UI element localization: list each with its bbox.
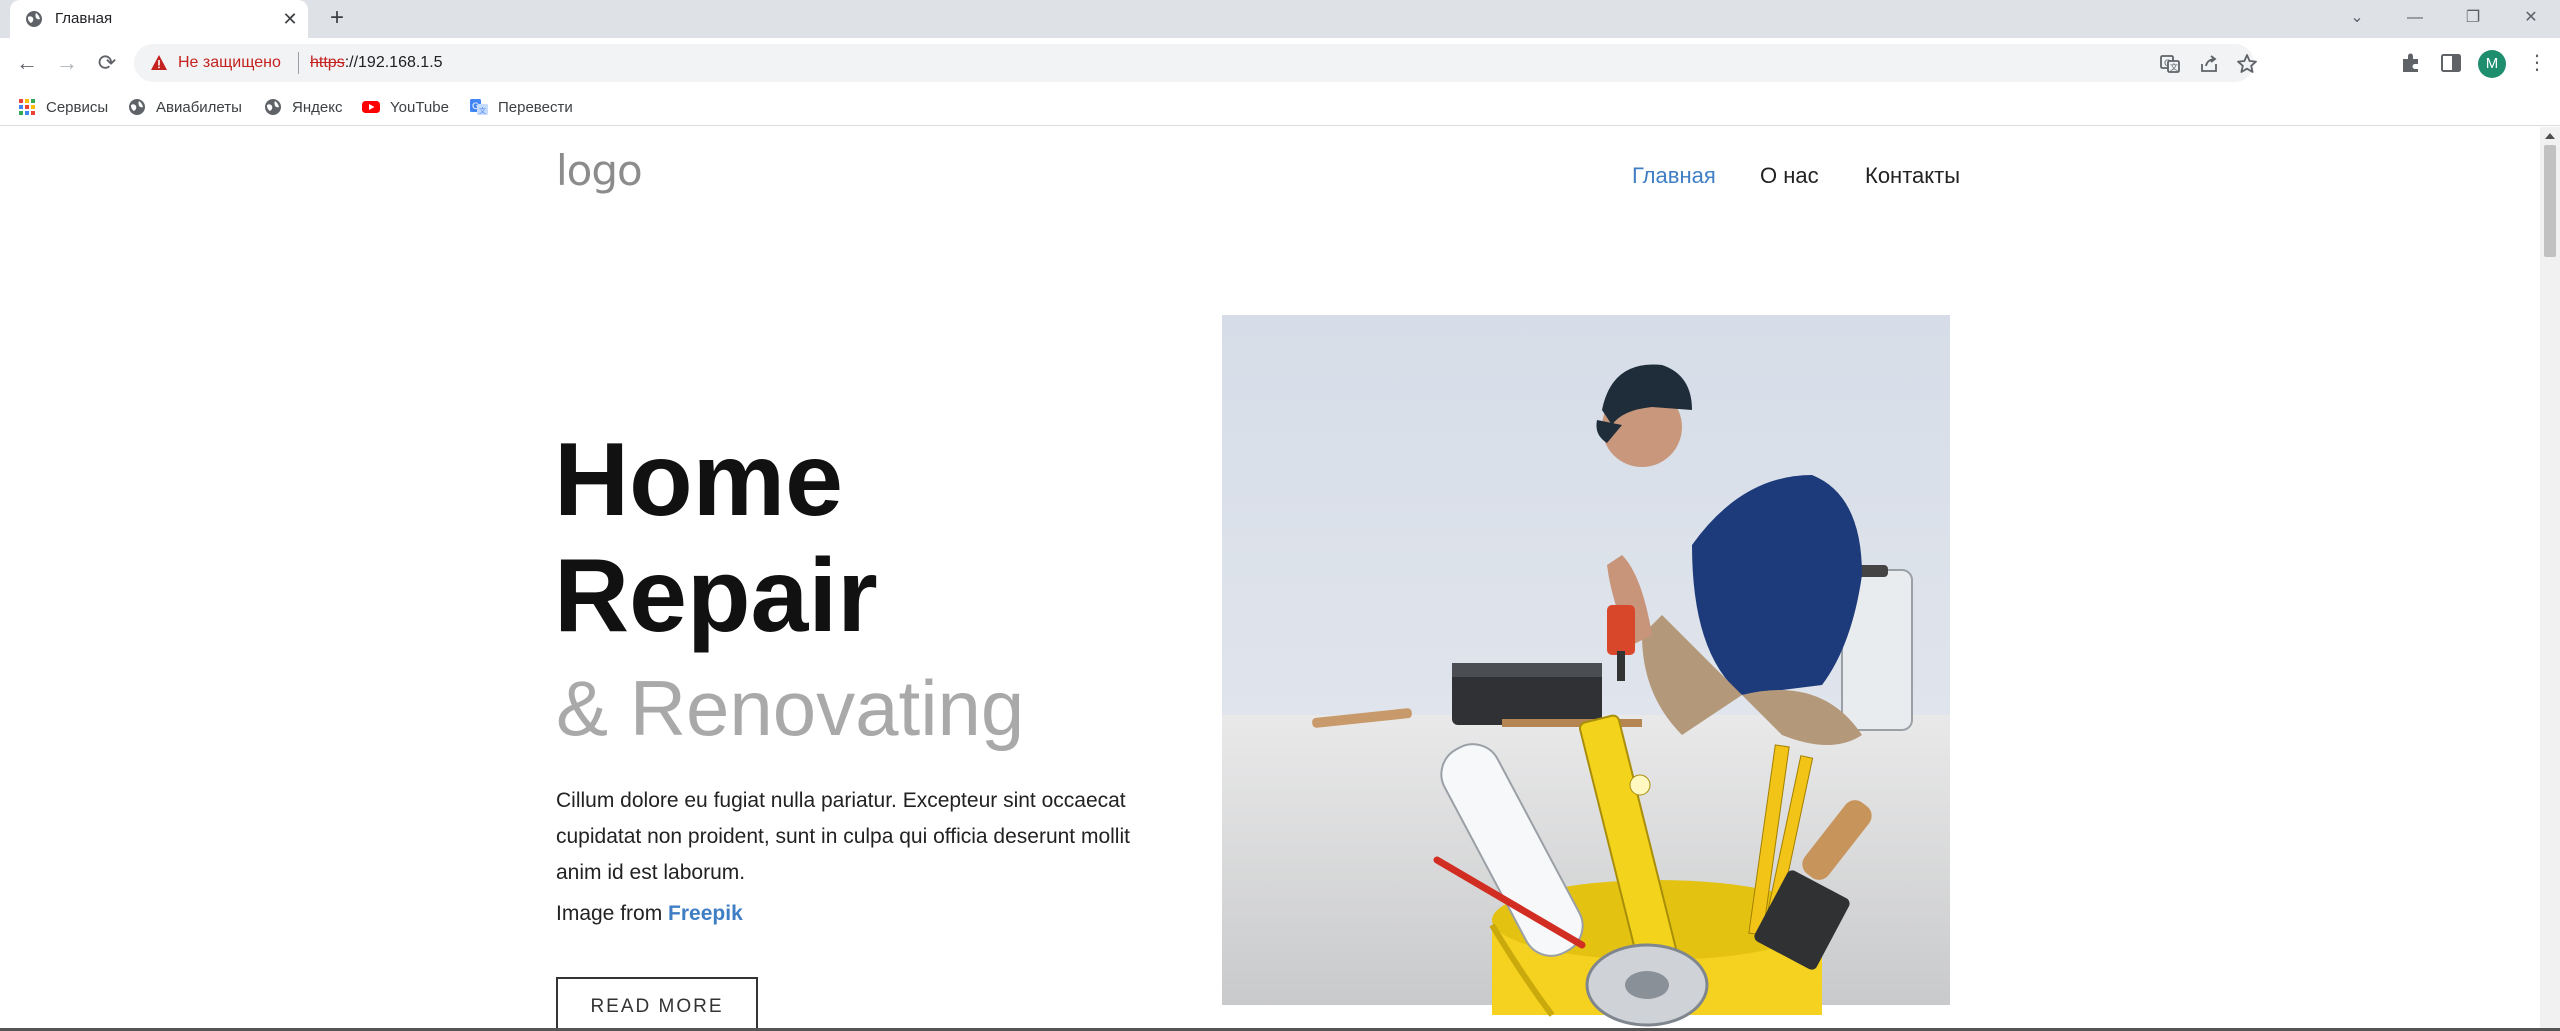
scroll-up-arrow-icon[interactable] [2545, 133, 2555, 139]
forward-button[interactable]: → [52, 48, 82, 78]
extensions-icon[interactable] [2398, 50, 2424, 76]
globe-icon [129, 99, 145, 115]
restore-button[interactable]: ❐ [2460, 6, 2486, 30]
address-bar[interactable]: Не защищено https://192.168.1.5 G 文 [134, 44, 2257, 82]
image-credit: Image from Freepik [556, 901, 743, 927]
back-button[interactable]: ← [12, 48, 42, 78]
hero-subtitle: & Renovating [556, 664, 1025, 752]
tab-close-icon[interactable]: ✕ [280, 9, 300, 29]
translate-icon: G 文 [470, 99, 488, 115]
minimize-button[interactable]: — [2402, 6, 2428, 30]
nav-about[interactable]: О нас [1760, 163, 1819, 189]
security-status[interactable]: Не защищено [178, 54, 281, 72]
bookmark-label: Яндекс [292, 98, 343, 116]
svg-text:文: 文 [479, 106, 486, 115]
globe-icon [26, 11, 42, 27]
globe-icon [265, 99, 281, 115]
browser-tab-strip: Главная ✕ + ⌄ — ❐ ✕ [0, 0, 2560, 38]
bookmark-translate[interactable]: G 文 Перевести [470, 96, 573, 118]
bookmark-label: YouTube [390, 98, 449, 116]
reload-button[interactable]: ⟳ [92, 48, 122, 78]
bookmark-youtube[interactable]: YouTube [362, 96, 449, 118]
bookmark-star-icon[interactable] [2236, 53, 2258, 75]
bookmarks-bar: Сервисы Авиабилеты Яндекс YouTube G 文 Пе… [0, 88, 2560, 126]
svg-text:文: 文 [2170, 62, 2178, 72]
window-close-button[interactable]: ✕ [2518, 6, 2544, 30]
bookmark-yandex[interactable]: Яндекс [264, 96, 342, 118]
translate-page-icon[interactable]: G 文 [2159, 53, 2181, 75]
warning-icon [151, 55, 167, 70]
tab-title: Главная [55, 10, 113, 27]
bookmark-services[interactable]: Сервисы [18, 96, 108, 118]
bookmark-aviabilety[interactable]: Авиабилеты [128, 96, 242, 118]
omnibox-divider [298, 52, 299, 74]
hero-title-line2: Repair [554, 538, 878, 654]
browser-tab[interactable]: Главная ✕ [10, 0, 308, 38]
browser-menu-icon[interactable]: ⋮ [2522, 48, 2552, 78]
apps-grid-icon [19, 99, 35, 115]
browser-toolbar: ← → ⟳ Не защищено https://192.168.1.5 G … [0, 38, 2560, 88]
share-icon[interactable] [2198, 53, 2220, 75]
nav-home[interactable]: Главная [1632, 163, 1716, 189]
url-text[interactable]: https://192.168.1.5 [310, 54, 443, 72]
youtube-icon [362, 101, 380, 113]
bookmark-label: Перевести [498, 98, 573, 116]
read-more-button[interactable]: READ MORE [556, 977, 758, 1031]
new-tab-button[interactable]: + [325, 6, 349, 31]
side-panel-icon[interactable] [2438, 50, 2464, 76]
profile-avatar[interactable]: M [2478, 50, 2506, 78]
url-scheme: https [310, 54, 345, 71]
credit-prefix: Image from [556, 902, 669, 925]
hero-image [1222, 315, 1950, 1027]
page-scrollbar[interactable] [2540, 127, 2560, 1031]
hero-title-line1: Home [554, 422, 843, 538]
tab-search-icon[interactable]: ⌄ [2344, 6, 2370, 30]
url-host: ://192.168.1.5 [344, 54, 443, 71]
hero-lead-text: Cillum dolore eu fugiat nulla pariatur. … [556, 789, 1130, 884]
web-page: logo Главная О нас Контакты Home Repair … [0, 127, 2540, 1031]
bookmark-label: Сервисы [46, 98, 109, 116]
bookmark-label: Авиабилеты [156, 98, 242, 116]
scroll-thumb[interactable] [2544, 145, 2556, 257]
site-logo[interactable]: logo [556, 149, 643, 193]
freepik-link[interactable]: Freepik [668, 902, 743, 925]
nav-contacts[interactable]: Контакты [1865, 163, 1960, 189]
